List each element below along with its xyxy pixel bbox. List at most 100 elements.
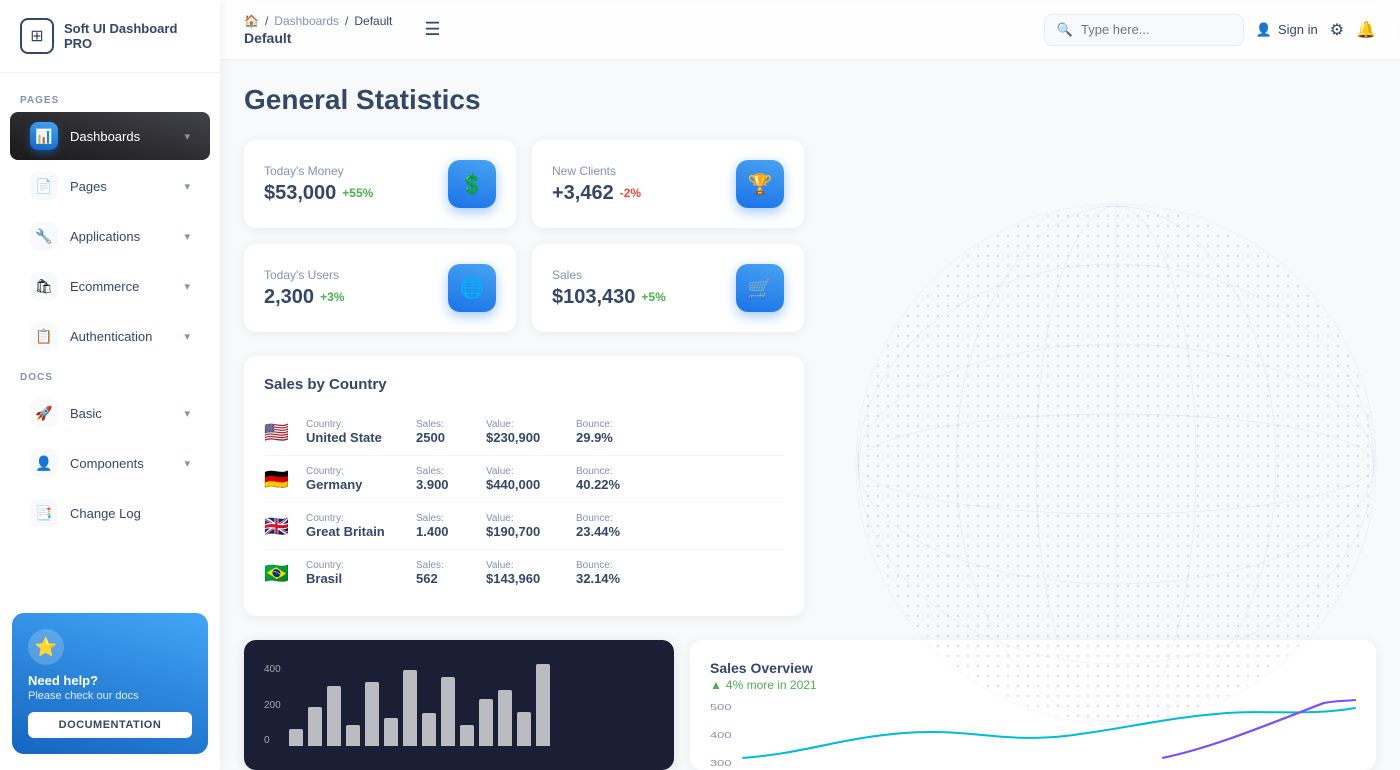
page-title: General Statistics	[244, 84, 1376, 116]
sidebar-item-basic[interactable]: 🚀 Basic ▾	[10, 389, 210, 437]
logo-icon: ⊞	[20, 18, 54, 54]
sales-overview-trend: ▲ 4% more in 2021	[710, 678, 1356, 692]
country-value-us: $230,900	[486, 430, 576, 445]
sidebar-item-dashboards[interactable]: 📊 Dashboards ▾	[10, 112, 210, 160]
country-sales-de: 3.900	[416, 477, 486, 492]
content-wrapper: // This won't execute in SVG, dots added…	[244, 84, 1376, 770]
bar-7	[403, 670, 417, 746]
svg-text:300: 300	[710, 759, 732, 768]
sales-country-title: Sales by Country	[264, 376, 784, 393]
search-box: 🔍	[1044, 14, 1244, 46]
help-subtitle: Please check our docs	[28, 690, 192, 702]
documentation-button[interactable]: DOCUMENTATION	[28, 712, 192, 738]
bar-6	[384, 718, 398, 746]
ecommerce-icon: 🛍	[30, 272, 58, 300]
stat-card-users: Today's Users 2,300 +3% 🌐	[244, 244, 516, 332]
sidebar-item-components[interactable]: 👤 Components ▾	[10, 439, 210, 487]
country-bounce-gb: 23.44%	[576, 524, 646, 539]
stat-icon-users: 🌐	[448, 264, 496, 312]
signin-label: Sign in	[1278, 22, 1318, 37]
sidebar-item-authentication[interactable]: 📋 Authentication ▾	[10, 312, 210, 360]
sidebar-item-applications[interactable]: 🔧 Applications ▾	[10, 212, 210, 260]
stat-value-clients: +3,462 -2%	[552, 182, 641, 205]
app-name: Soft UI Dashboard PRO	[64, 21, 200, 51]
stat-card-money: Today's Money $53,000 +55% 💲	[244, 140, 516, 228]
content-area: // This won't execute in SVG, dots added…	[220, 60, 1400, 770]
stat-icon-sales: 🛒	[736, 264, 784, 312]
sidebar-label-authentication: Authentication	[70, 329, 172, 344]
bar-4	[346, 725, 360, 747]
sales-overview-card: Sales Overview ▲ 4% more in 2021	[690, 640, 1376, 770]
bar-2	[308, 707, 322, 746]
menu-toggle-icon[interactable]: ☰	[424, 19, 440, 40]
country-value-gb: $190,700	[486, 524, 576, 539]
stat-icon-clients: 🏆	[736, 160, 784, 208]
country-sales-gb: 1.400	[416, 524, 486, 539]
country-bounce-br: 32.14%	[576, 571, 646, 586]
stat-label-users: Today's Users	[264, 268, 344, 282]
country-sales-us: 2500	[416, 430, 486, 445]
svg-text:400: 400	[710, 731, 732, 740]
applications-icon: 🔧	[30, 222, 58, 250]
country-row-br: 🇧🇷 Country: Brasil Sales: 562 Value: $14…	[264, 550, 784, 596]
bar-14	[536, 664, 550, 746]
changelog-icon: 📑	[30, 499, 58, 527]
breadcrumb-nav: 🏠 / Dashboards / Default	[244, 14, 392, 28]
stat-label-sales: Sales	[552, 268, 666, 282]
country-name-us: United State	[306, 430, 416, 445]
y-label-200: 200	[264, 700, 281, 711]
sidebar-label-components: Components	[70, 456, 172, 471]
country-name-gb: Great Britain	[306, 524, 416, 539]
country-name-de: Germany	[306, 477, 416, 492]
stat-card-clients: New Clients +3,462 -2% 🏆	[532, 140, 804, 228]
bar-1	[289, 729, 303, 746]
sidebar-label-dashboards: Dashboards	[70, 129, 172, 144]
svg-text:500: 500	[710, 703, 732, 712]
user-icon: 👤	[1256, 22, 1272, 38]
signin-button[interactable]: 👤 Sign in	[1256, 22, 1318, 38]
flag-de: 🇩🇪	[264, 469, 292, 489]
breadcrumb-title: Default	[244, 30, 392, 46]
stat-value-users: 2,300 +3%	[264, 286, 344, 309]
col-label-country: Country:	[306, 419, 416, 430]
settings-icon[interactable]: ⚙	[1330, 20, 1344, 40]
breadcrumb-current: Default	[354, 14, 392, 28]
stat-badge-money: +55%	[342, 186, 373, 200]
breadcrumb: 🏠 / Dashboards / Default Default	[244, 14, 392, 46]
bar-9	[441, 677, 455, 746]
sidebar-help-card: ⭐ Need help? Please check our docs DOCUM…	[12, 613, 208, 754]
bar-12	[498, 690, 512, 746]
basic-icon: 🚀	[30, 399, 58, 427]
bar-chart-card: 400 200 0	[244, 640, 674, 770]
bar-11	[479, 699, 493, 746]
stat-value-money: $53,000 +55%	[264, 182, 373, 205]
flag-br: 🇧🇷	[264, 563, 292, 583]
stat-badge-sales: +5%	[641, 290, 665, 304]
bar-8	[422, 713, 436, 746]
sidebar-label-changelog: Change Log	[70, 506, 190, 521]
sales-overview-title: Sales Overview	[710, 660, 1356, 676]
notifications-icon[interactable]: 🔔	[1356, 20, 1376, 40]
sidebar-item-changelog[interactable]: 📑 Change Log	[10, 489, 210, 537]
bar-13	[517, 712, 531, 746]
stat-badge-clients: -2%	[620, 186, 641, 200]
sidebar-item-pages[interactable]: 📄 Pages ▾	[10, 162, 210, 210]
charts-row: 400 200 0	[244, 640, 1376, 770]
sidebar-nav: PAGES 📊 Dashboards ▾ 📄 Pages ▾ 🔧 Applica…	[0, 73, 220, 597]
sidebar-item-ecommerce[interactable]: 🛍 Ecommerce ▾	[10, 262, 210, 310]
pages-icon: 📄	[30, 172, 58, 200]
breadcrumb-dashboards-link[interactable]: Dashboards	[274, 14, 339, 28]
flag-gb: 🇬🇧	[264, 516, 292, 536]
section-docs-label: DOCS	[0, 362, 220, 387]
search-icon: 🔍	[1057, 22, 1073, 38]
sidebar-logo: ⊞ Soft UI Dashboard PRO	[0, 0, 220, 73]
sidebar-label-basic: Basic	[70, 406, 172, 421]
stats-grid: Today's Money $53,000 +55% 💲 New Clients	[244, 140, 804, 332]
bar-10	[460, 725, 474, 747]
authentication-icon: 📋	[30, 322, 58, 350]
search-input[interactable]	[1081, 22, 1231, 37]
bar-chart-bars	[289, 660, 654, 750]
country-bounce-us: 29.9%	[576, 430, 646, 445]
stat-label-clients: New Clients	[552, 164, 641, 178]
help-star-icon: ⭐	[28, 629, 64, 665]
